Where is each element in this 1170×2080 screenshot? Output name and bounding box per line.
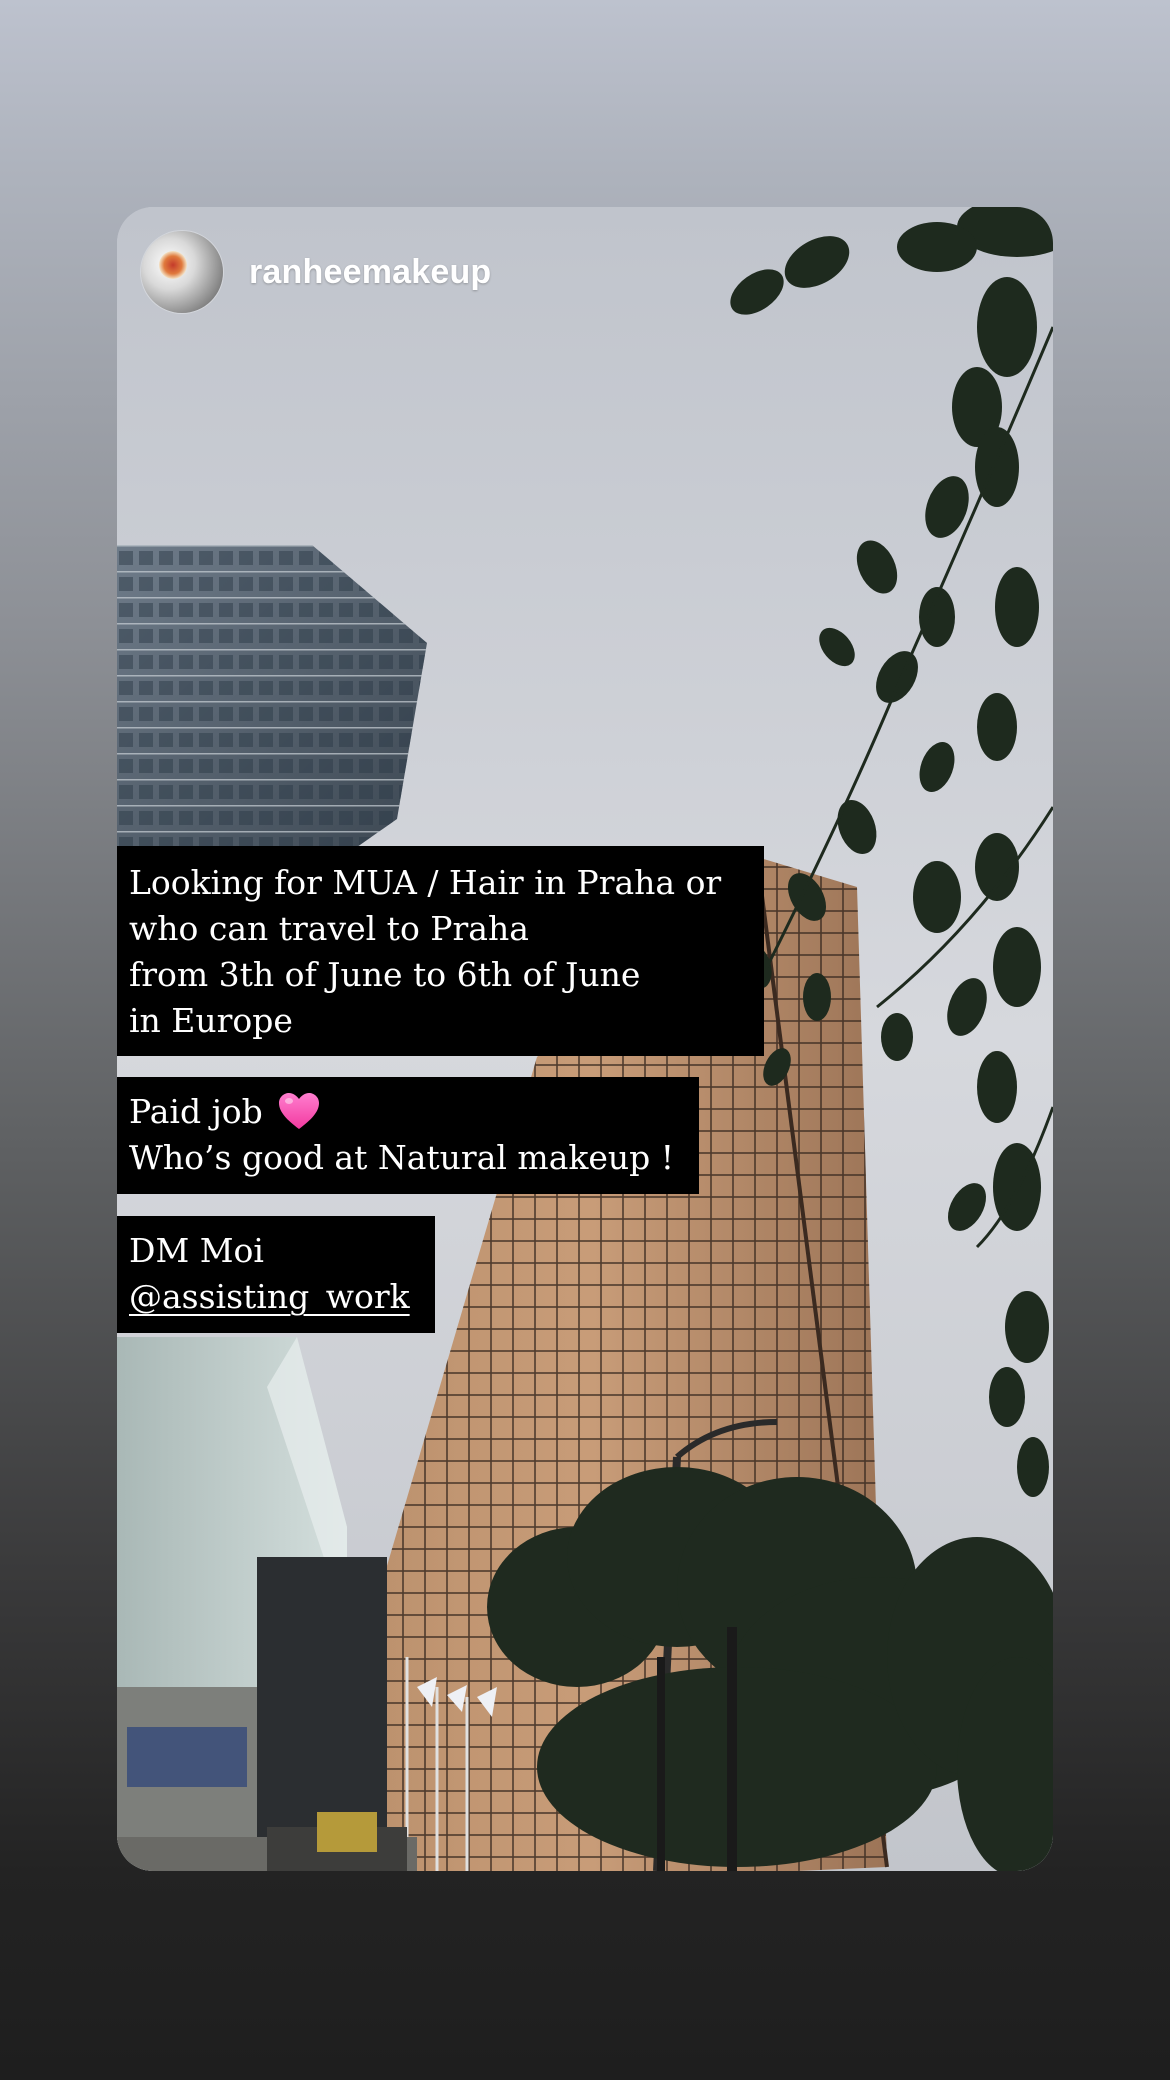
caption-box-dm: DM Moi @assisting_work xyxy=(117,1216,435,1333)
avatar-flower-icon xyxy=(159,251,187,279)
caption-line-paid-job: Paid job xyxy=(129,1089,685,1135)
mention-link[interactable]: @assisting_work xyxy=(129,1274,421,1320)
story-card[interactable]: ranheemakeup Looking for MUA / Hair in P… xyxy=(117,207,1053,1871)
caption-line: Looking for MUA / Hair in Praha or xyxy=(129,863,722,902)
caption-line-natural-makeup: Who’s good at Natural makeup ! xyxy=(129,1138,675,1177)
pink-heart-icon xyxy=(279,1093,320,1129)
caption-line: who can travel to Praha xyxy=(129,909,529,948)
caption-box-looking-for: Looking for MUA / Hair in Praha or who c… xyxy=(117,846,764,1056)
username[interactable]: ranheemakeup xyxy=(249,253,491,292)
caption-line: from 3th of June to 6th of June xyxy=(129,955,641,994)
avatar[interactable] xyxy=(141,231,223,313)
story-header: ranheemakeup xyxy=(141,231,491,313)
caption-line: in Europe xyxy=(129,1001,293,1040)
caption-box-paid-job: Paid job Who’s good at Natural makeup ! xyxy=(117,1077,699,1194)
dm-moi-text: DM Moi xyxy=(129,1231,264,1270)
paid-job-text: Paid job xyxy=(129,1092,263,1131)
